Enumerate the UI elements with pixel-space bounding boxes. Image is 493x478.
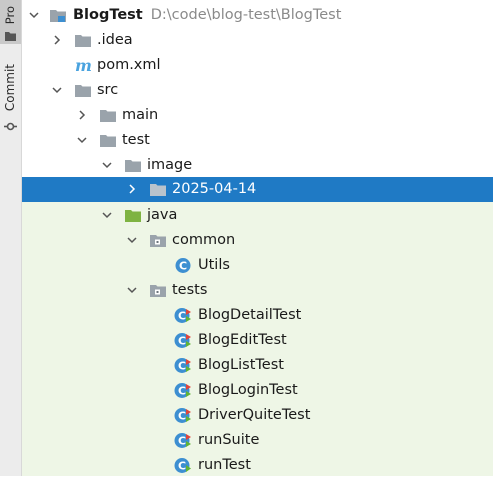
test-class-icon: C bbox=[174, 332, 192, 349]
tree-row-main[interactable]: main bbox=[22, 103, 493, 128]
project-tool-tab[interactable]: Pro bbox=[0, 0, 21, 44]
folder-icon bbox=[124, 157, 142, 174]
tree-row-pom[interactable]: m pom.xml bbox=[22, 53, 493, 78]
tree-row-tests[interactable]: tests bbox=[22, 278, 493, 303]
svg-text:C: C bbox=[178, 360, 186, 373]
tree-row-date-folder[interactable]: 2025-04-14 bbox=[22, 177, 493, 202]
test-label: test bbox=[122, 132, 150, 148]
tree-row-run-test[interactable]: C runTest bbox=[22, 453, 493, 478]
module-folder-icon bbox=[49, 7, 67, 24]
folder-icon bbox=[5, 32, 16, 41]
package-icon bbox=[149, 282, 167, 299]
test-class-icon: C bbox=[174, 307, 192, 324]
tree-row-run-suite[interactable]: C runSuite bbox=[22, 428, 493, 453]
tree-row-java[interactable]: java bbox=[22, 203, 493, 228]
idea-label: .idea bbox=[97, 32, 133, 48]
chevron-right-icon[interactable] bbox=[50, 33, 64, 47]
project-tree: BlogTest D:\code\blog-test\BlogTest .idea… bbox=[22, 0, 493, 476]
test-class-icon: C bbox=[174, 407, 192, 424]
tree-row-root[interactable]: BlogTest D:\code\blog-test\BlogTest bbox=[22, 3, 493, 28]
chevron-down-icon[interactable] bbox=[100, 208, 114, 222]
svg-text:C: C bbox=[179, 260, 187, 273]
svg-text:C: C bbox=[178, 410, 186, 423]
svg-text:C: C bbox=[178, 385, 186, 398]
test-class-icon: C bbox=[174, 382, 192, 399]
chevron-down-icon[interactable] bbox=[125, 233, 139, 247]
run-suite-label: runSuite bbox=[198, 432, 260, 448]
folder-icon bbox=[99, 132, 117, 149]
side-tool-strip: Pro Commit bbox=[0, 0, 22, 476]
driver-quite-test-label: DriverQuiteTest bbox=[198, 407, 311, 423]
chevron-right-icon[interactable] bbox=[75, 108, 89, 122]
commit-icon bbox=[4, 122, 17, 131]
tree-row-blog-list-test[interactable]: C BlogListTest bbox=[22, 353, 493, 378]
chevron-down-icon[interactable] bbox=[125, 283, 139, 297]
blog-edit-test-label: BlogEditTest bbox=[198, 332, 287, 348]
src-label: src bbox=[97, 82, 119, 98]
svg-text:C: C bbox=[178, 460, 186, 473]
java-label: java bbox=[147, 207, 178, 223]
maven-file-icon: m bbox=[74, 57, 92, 74]
tree-row-driver-quite-test[interactable]: C DriverQuiteTest bbox=[22, 403, 493, 428]
commit-tool-tab[interactable]: Commit bbox=[0, 64, 21, 144]
test-class-icon: C bbox=[174, 432, 192, 449]
tree-row-idea[interactable]: .idea bbox=[22, 28, 493, 53]
svg-text:C: C bbox=[178, 335, 186, 348]
folder-icon bbox=[149, 181, 167, 198]
folder-icon bbox=[74, 82, 92, 99]
svg-text:m: m bbox=[75, 57, 92, 74]
root-label: BlogTest D:\code\blog-test\BlogTest bbox=[73, 6, 341, 25]
tree-row-utils[interactable]: C Utils bbox=[22, 253, 493, 278]
blog-list-test-label: BlogListTest bbox=[198, 357, 284, 373]
blog-login-test-label: BlogLoginTest bbox=[198, 382, 298, 398]
root-name: BlogTest bbox=[73, 7, 143, 23]
run-test-label: runTest bbox=[198, 457, 251, 473]
common-label: common bbox=[172, 232, 236, 248]
commit-tab-label: Commit bbox=[3, 64, 17, 112]
folder-icon bbox=[74, 32, 92, 49]
main-label: main bbox=[122, 107, 159, 123]
chevron-down-icon[interactable] bbox=[75, 133, 89, 147]
utils-label: Utils bbox=[198, 257, 230, 273]
root-path: D:\code\blog-test\BlogTest bbox=[150, 7, 342, 23]
blog-detail-test-label: BlogDetailTest bbox=[198, 307, 302, 323]
tree-row-test[interactable]: test bbox=[22, 128, 493, 153]
tree-row-blog-login-test[interactable]: C BlogLoginTest bbox=[22, 378, 493, 403]
date-folder-label: 2025-04-14 bbox=[172, 181, 257, 197]
tests-label: tests bbox=[172, 282, 208, 298]
tree-row-src[interactable]: src bbox=[22, 78, 493, 103]
image-label: image bbox=[147, 157, 193, 173]
tree-row-common[interactable]: common bbox=[22, 228, 493, 253]
package-icon bbox=[149, 232, 167, 249]
pom-label: pom.xml bbox=[97, 57, 161, 73]
tree-row-blog-edit-test[interactable]: C BlogEditTest bbox=[22, 328, 493, 353]
test-class-icon: C bbox=[174, 457, 192, 474]
class-icon: C bbox=[174, 257, 192, 274]
chevron-down-icon[interactable] bbox=[100, 158, 114, 172]
chevron-down-icon[interactable] bbox=[27, 8, 41, 22]
svg-text:C: C bbox=[178, 310, 186, 323]
chevron-down-icon[interactable] bbox=[50, 83, 64, 97]
tree-row-blog-detail-test[interactable]: C BlogDetailTest bbox=[22, 303, 493, 328]
folder-icon bbox=[99, 107, 117, 124]
test-root-folder-icon bbox=[124, 207, 142, 224]
chevron-right-icon[interactable] bbox=[125, 182, 139, 196]
test-class-icon: C bbox=[174, 357, 192, 374]
tree-row-image[interactable]: image bbox=[22, 153, 493, 178]
project-tab-label: Pro bbox=[3, 5, 17, 24]
svg-text:C: C bbox=[178, 435, 186, 448]
